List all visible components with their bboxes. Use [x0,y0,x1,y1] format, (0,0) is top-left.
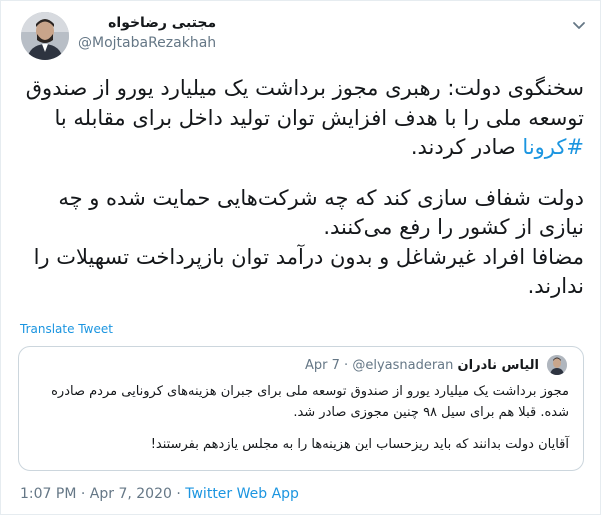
avatar[interactable] [21,12,69,60]
hashtag-link[interactable]: #کرونا [522,135,584,159]
translate-tweet-link[interactable]: Translate Tweet [20,322,113,336]
source-app-link[interactable]: Twitter Web App [185,486,299,502]
quoted-display-name: الیاس نادران [457,358,539,373]
quoted-paragraph: آقایان دولت بدانند که باید ریزحساب این ه… [150,437,569,452]
tweet-line: سخنگوی دولت: رهبری مجوز برداشت یک میلیار… [25,76,584,130]
quoted-avatar[interactable] [547,355,567,375]
tweet-text: سخنگوی دولت: رهبری مجوز برداشت یک میلیار… [18,74,584,302]
quoted-header: Apr 7 · @elyasnaderan الیاس نادران [305,357,539,375]
quoted-date: Apr 7 [305,358,340,373]
author-block[interactable]: مجتبی رضاخواه @MojtabaRezakhah [78,14,216,53]
tweet-paragraph: دولت شفاف سازی کند که چه شرکت‌هایی حمایت… [58,185,584,240]
footer-separator: · [80,486,86,502]
author-handle[interactable]: @MojtabaRezakhah [78,33,216,53]
tweet-line: صادر کردند. [410,135,516,159]
quoted-separator: · [344,358,349,373]
quoted-handle: @elyasnaderan [352,358,454,373]
quoted-paragraph: مجوز برداشت یک میلیارد یورو از صندوق توس… [51,384,569,420]
tweet-date[interactable]: Apr 7, 2020 [90,486,172,502]
tweet-paragraph: مضافا افراد غیرشاغل و بدون درآمد توان با… [33,244,584,299]
quoted-tweet[interactable]: Apr 7 · @elyasnaderan الیاس نادران مجوز … [18,346,584,471]
footer-separator: · [176,486,181,502]
tweet-footer: 1:07 PM · Apr 7, 2020 · Twitter Web App [20,486,299,502]
tweet-time[interactable]: 1:07 PM [20,486,76,502]
author-display-name[interactable]: مجتبی رضاخواه [78,14,216,32]
tweet-paragraph: سخنگوی دولت: رهبری مجوز برداشت یک میلیار… [18,74,584,163]
chevron-down-icon[interactable] [568,14,590,36]
quoted-text: مجوز برداشت یک میلیارد یورو از صندوق توس… [33,381,569,455]
